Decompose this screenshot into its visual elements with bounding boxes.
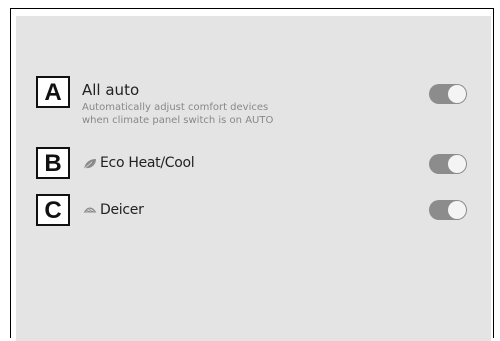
settings-screen: A All auto Automatically adjust comfort …: [16, 16, 491, 341]
setting-label-all-auto: All auto: [82, 81, 140, 99]
toggle-knob: [448, 201, 466, 219]
defroster-icon: [83, 207, 97, 213]
deicer-toggle[interactable]: [429, 200, 467, 220]
callout-badge-c: C: [36, 194, 70, 226]
all-auto-toggle[interactable]: [429, 84, 467, 104]
leaf-icon: [83, 159, 96, 170]
setting-description-line-1: Automatically adjust comfort devices: [82, 102, 269, 113]
callout-badge-a: A: [36, 76, 70, 108]
setting-label-eco-heat-cool: Eco Heat/Cool: [100, 155, 195, 171]
callout-badge-b: B: [36, 147, 70, 179]
setting-label-deicer: Deicer: [100, 202, 144, 218]
toggle-knob: [448, 85, 466, 103]
eco-heat-cool-toggle[interactable]: [429, 154, 467, 174]
toggle-knob: [448, 155, 466, 173]
setting-description-line-2: when climate panel switch is on AUTO: [82, 115, 274, 126]
